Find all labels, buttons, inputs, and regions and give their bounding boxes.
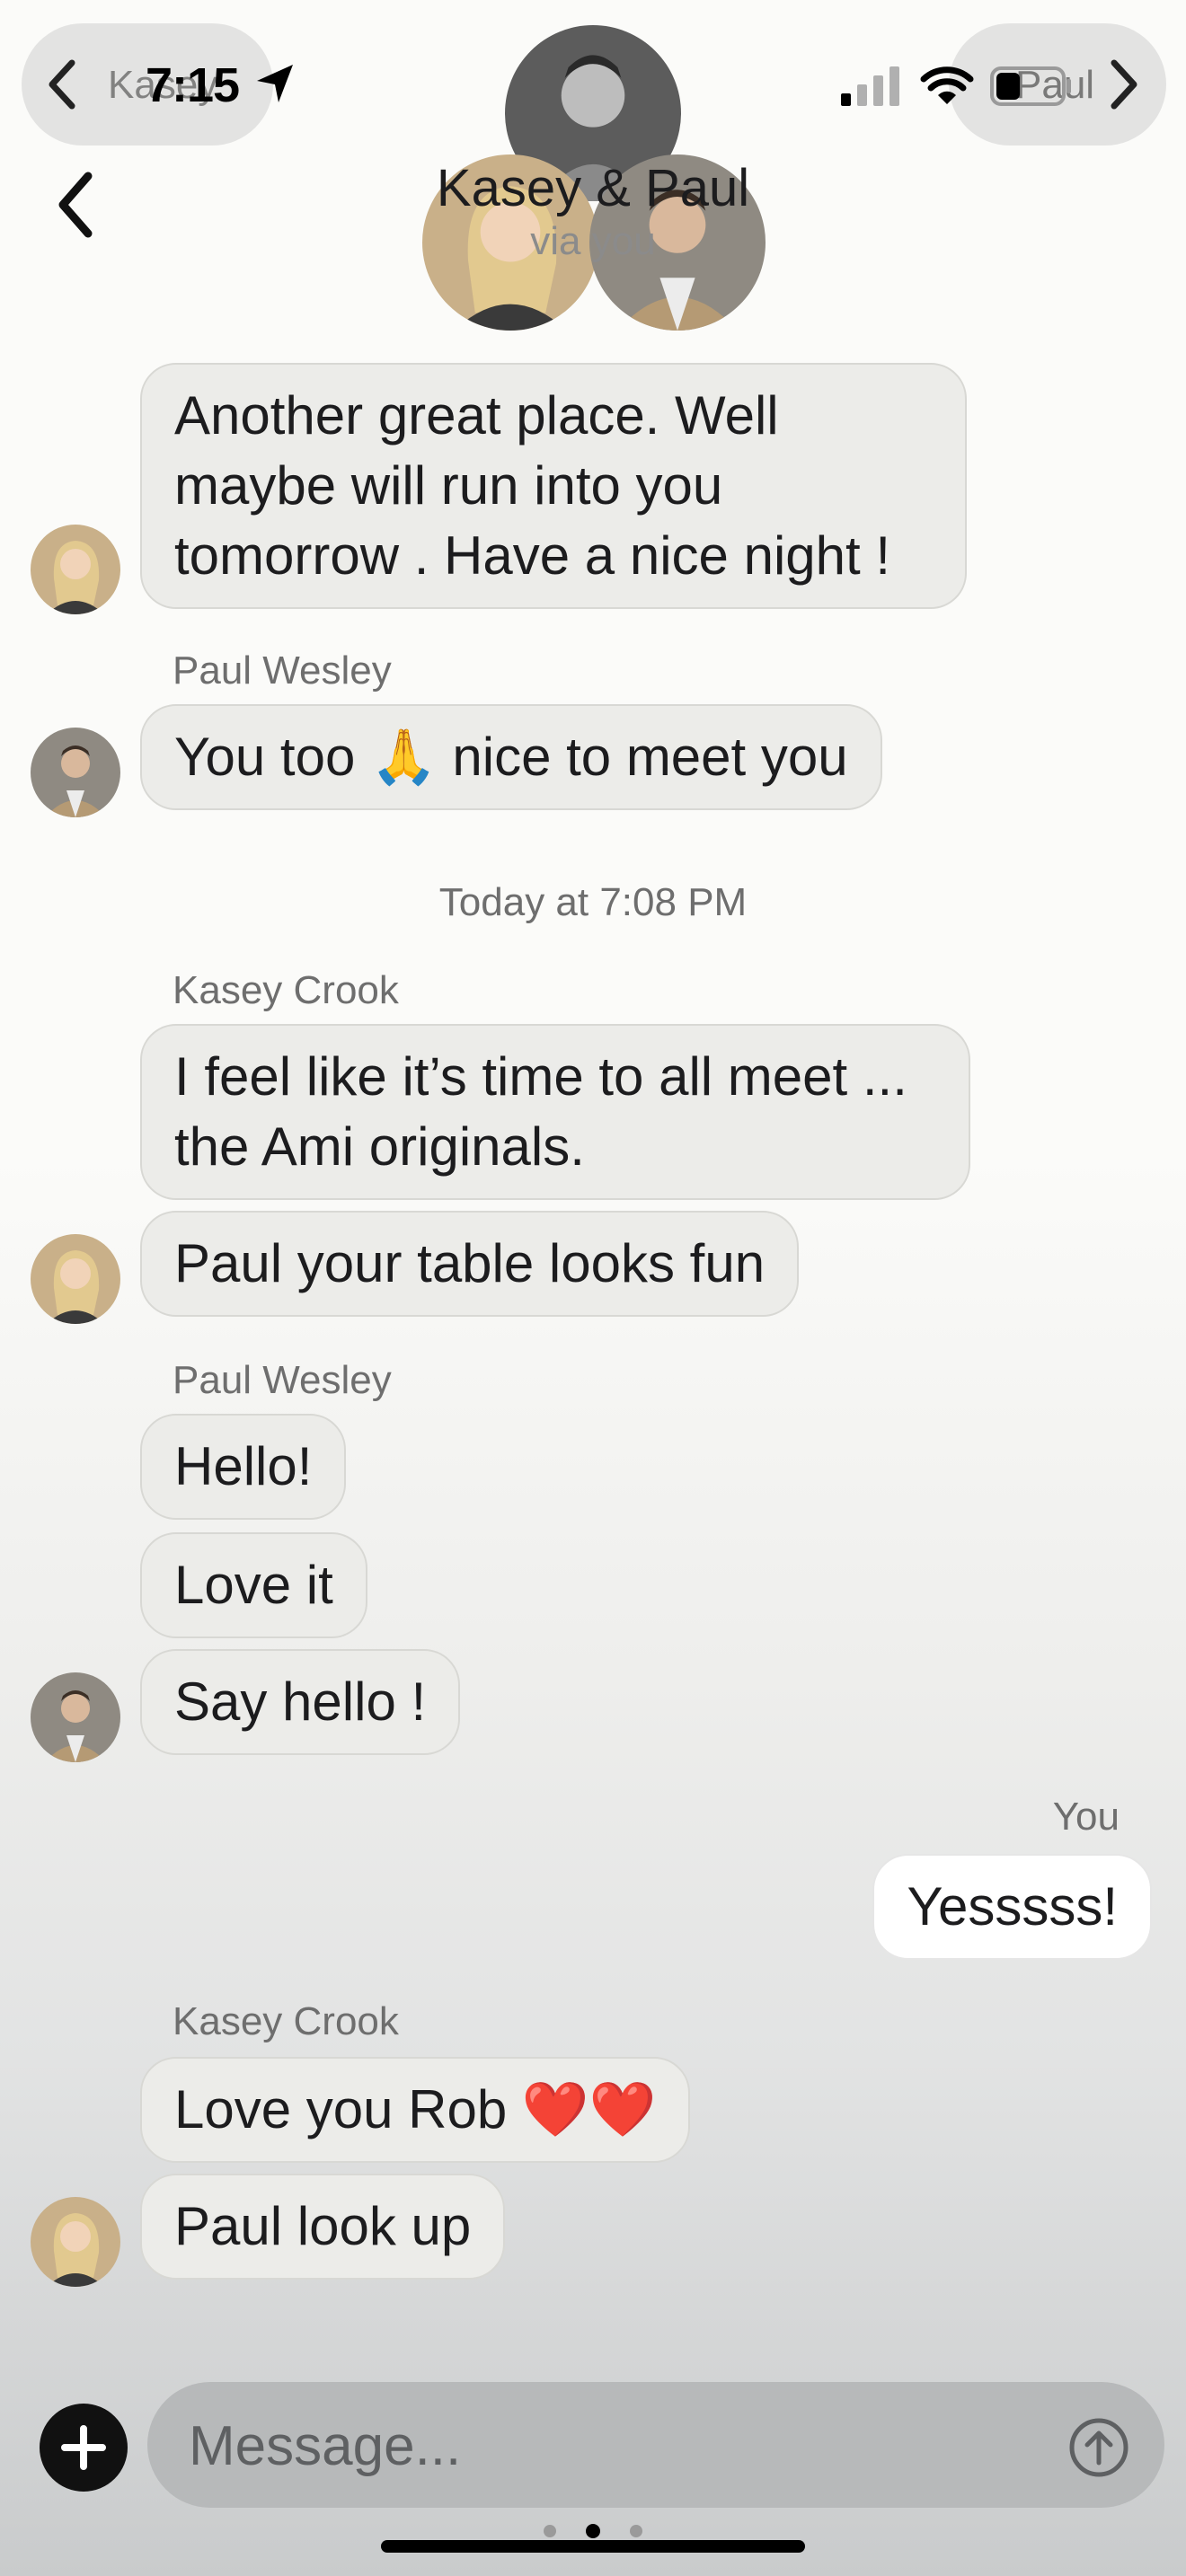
signal-icon — [841, 66, 899, 106]
sender-name: Kasey Crook — [173, 1999, 399, 2043]
sender-name: Kasey Crook — [173, 968, 399, 1012]
chat-subtitle: via you — [530, 219, 656, 263]
paul-small-avatar[interactable] — [31, 728, 120, 817]
message-bubble[interactable]: Love it — [140, 1532, 367, 1638]
status-time: 7:15 — [146, 58, 240, 112]
message-bubble[interactable]: Love you Rob ❤️❤️ — [140, 2057, 691, 2163]
kasey-small-avatar[interactable] — [31, 525, 120, 614]
sender-name: Paul Wesley — [173, 648, 392, 693]
page-dots — [544, 2524, 642, 2538]
paul-small-avatar[interactable] — [31, 1672, 120, 1762]
sender-name-you: You — [1052, 1795, 1120, 1839]
message-bubble[interactable]: Paul look up — [140, 2174, 506, 2280]
message-bubble[interactable]: Paul your table looks fun — [140, 1211, 800, 1317]
message-bubble[interactable]: I feel like it’s time to all meet ... th… — [140, 1024, 970, 1200]
sender-name: Paul Wesley — [173, 1358, 392, 1402]
message-bubble[interactable]: Hello! — [140, 1414, 347, 1520]
chat-title: Kasey & Paul — [436, 159, 750, 217]
message-line: tomorrow . Have a nice night ! — [174, 525, 891, 586]
wifi-icon — [920, 66, 974, 104]
location-arrow-icon — [257, 65, 293, 102]
message-bubble[interactable]: Say hello ! — [140, 1649, 461, 1755]
chevron-right-icon — [1111, 59, 1137, 110]
message-line: the Ami originals. — [174, 1116, 585, 1177]
message-bubble[interactable]: Another great place. Well maybe will run… — [140, 363, 967, 609]
chevron-left-icon — [49, 59, 75, 110]
message-line: Another great place. Well — [174, 385, 779, 446]
message-line: maybe will run into you — [174, 455, 723, 516]
message-bubble[interactable]: You too 🙏 nice to meet you — [140, 704, 882, 810]
message-line: I feel like it’s time to all meet ... — [174, 1046, 907, 1107]
plus-icon — [61, 2425, 106, 2470]
message-input[interactable] — [189, 2407, 1015, 2484]
timestamp: Today at 7:08 PM — [438, 880, 748, 924]
home-indicator[interactable] — [381, 2540, 805, 2553]
send-arrow-icon[interactable] — [1067, 2416, 1130, 2479]
add-attachment-button[interactable] — [40, 2404, 128, 2492]
kasey-small-avatar[interactable] — [31, 1234, 120, 1324]
sent-message-bubble[interactable]: Yesssss! — [872, 1854, 1152, 1960]
battery-icon — [990, 66, 1071, 106]
kasey-small-avatar[interactable] — [31, 2197, 120, 2287]
